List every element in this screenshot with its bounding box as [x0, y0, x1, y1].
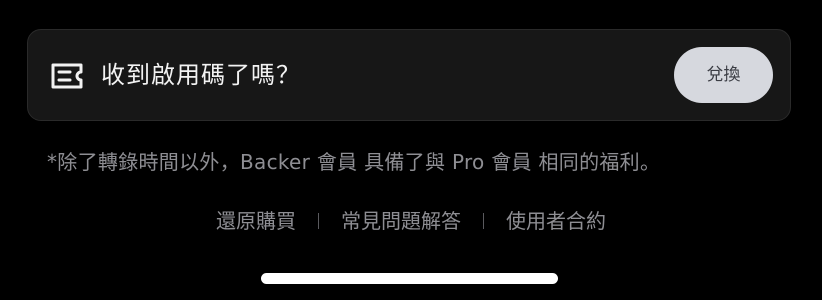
terms-link[interactable]: 使用者合約	[506, 205, 606, 237]
footer-links: 還原購買 常見問題解答 使用者合約	[0, 205, 822, 237]
subscription-screen: 收到啟用碼了嗎？ 兌換 *除了轉錄時間以外，Backer 會員 具備了與 Pro…	[0, 0, 822, 300]
backer-benefits-note: *除了轉錄時間以外，Backer 會員 具備了與 Pro 會員 相同的福利。	[47, 150, 661, 174]
faq-link[interactable]: 常見問題解答	[341, 205, 461, 237]
restore-purchases-link[interactable]: 還原購買	[216, 205, 296, 237]
redeem-code-card: 收到啟用碼了嗎？ 兌換	[27, 29, 791, 121]
home-indicator[interactable]	[261, 273, 558, 284]
scrolled-content-edge	[0, 0, 822, 8]
redeem-card-title: 收到啟用碼了嗎？	[101, 61, 301, 89]
redeem-button[interactable]: 兌換	[674, 47, 773, 103]
ticket-icon	[50, 60, 84, 92]
link-divider	[483, 213, 484, 229]
link-divider	[318, 213, 319, 229]
